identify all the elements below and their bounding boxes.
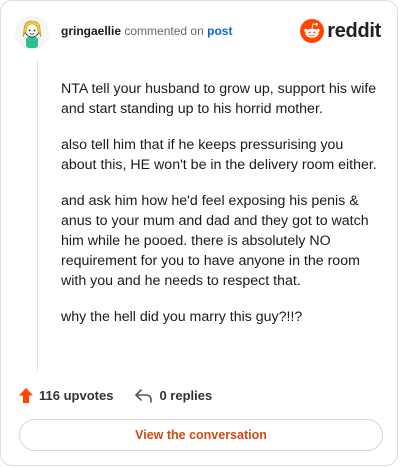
reddit-logo-icon [300, 19, 325, 43]
comment-header: gringaellie commented on post [61, 24, 232, 38]
comment-paragraph: NTA tell your husband to grow up, suppor… [61, 81, 377, 117]
upvote-button[interactable]: 116 upvotes [19, 388, 113, 403]
comment-body: NTA tell your husband to grow up, suppor… [61, 79, 381, 343]
reply-count: 0 replies [159, 388, 213, 403]
comment-paragraph: also tell him that if he keeps pressuris… [61, 137, 377, 173]
reply-button[interactable]: 0 replies [135, 388, 212, 403]
comment-paragraph: and ask him how he'd feel exposing his p… [61, 193, 369, 289]
reddit-wordmark: reddit [327, 19, 381, 42]
reply-arrow-icon [135, 388, 153, 403]
comment-card: gringaellie commented on post reddit NTA… [0, 0, 398, 466]
post-link[interactable]: post [207, 24, 232, 38]
comment-actions: 116 upvotes 0 replies [19, 388, 212, 403]
avatar-icon [15, 16, 49, 50]
view-conversation-button[interactable]: View the conversation [19, 419, 383, 451]
upvote-count: 116 upvotes [39, 388, 114, 403]
avatar[interactable] [15, 16, 49, 50]
reddit-logo[interactable]: reddit [300, 19, 381, 43]
action-text: commented on [124, 24, 204, 38]
thread-line[interactable] [37, 59, 38, 371]
comment-paragraph: why the hell did you marry this guy?!!? [61, 309, 303, 325]
username-link[interactable]: gringaellie [61, 24, 121, 38]
upvote-arrow-icon [19, 388, 33, 403]
